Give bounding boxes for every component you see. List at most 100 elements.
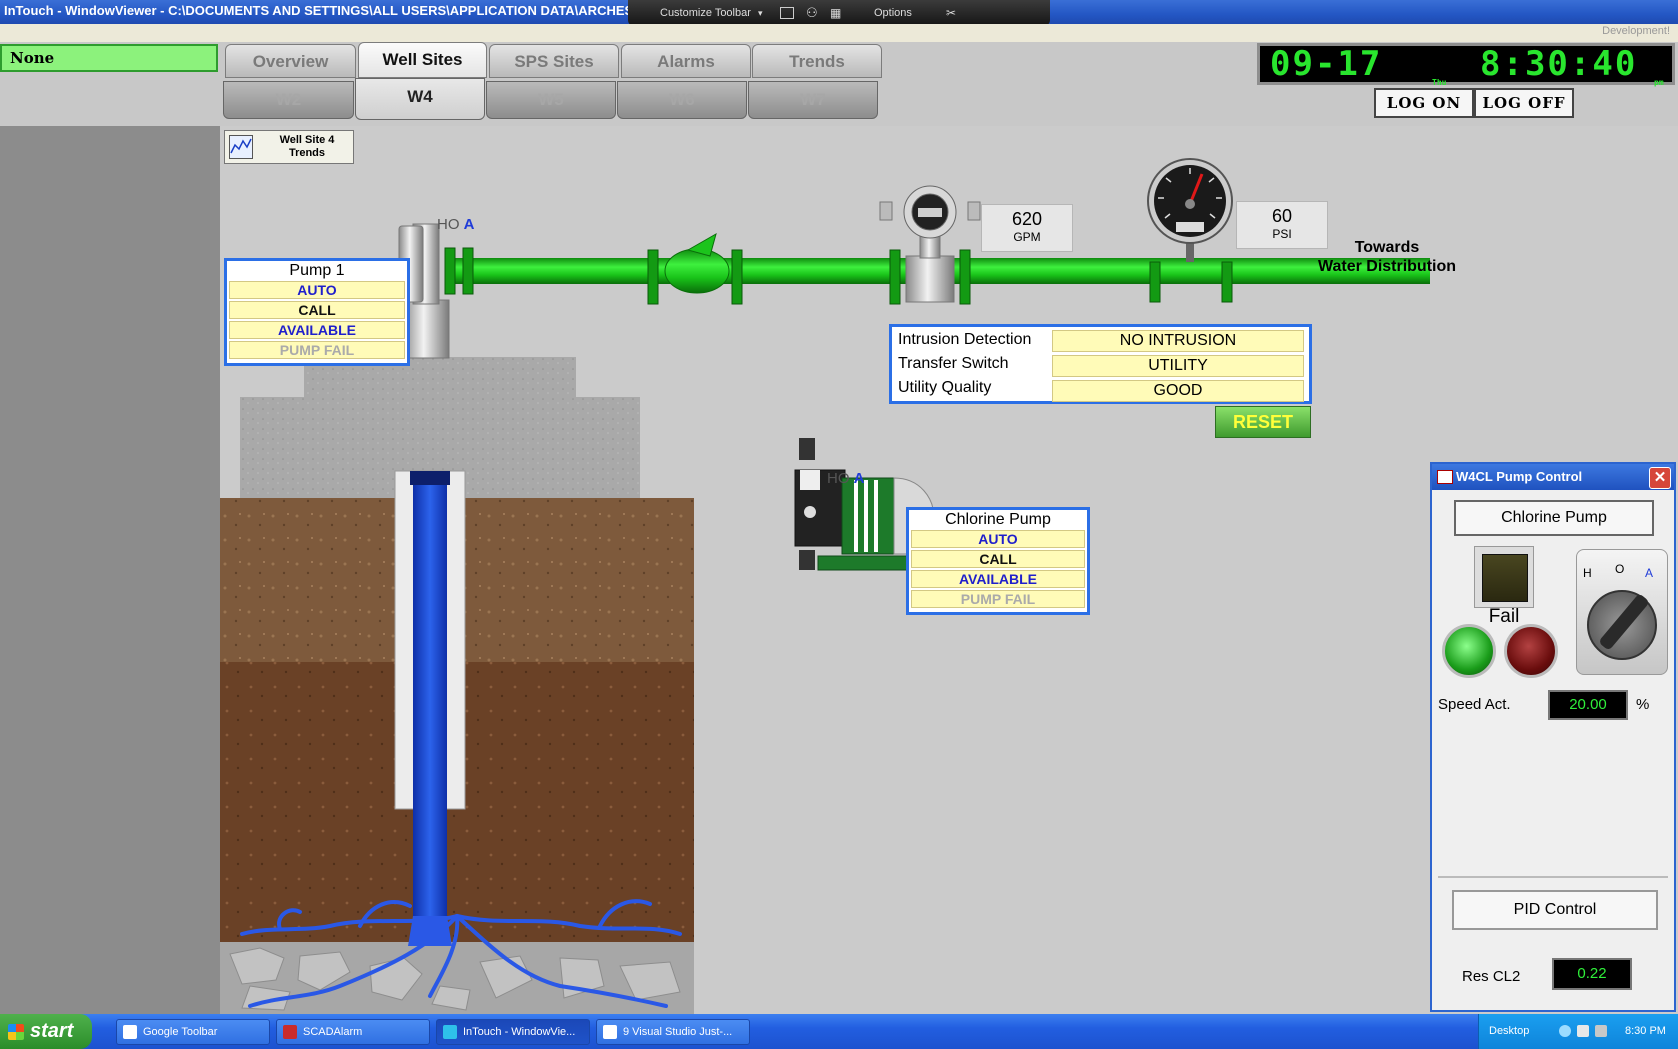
chlorine-hoa: HO A bbox=[827, 470, 865, 487]
hoa-switch[interactable]: H O A bbox=[1576, 549, 1668, 675]
fail-lamp bbox=[1482, 554, 1528, 602]
left-panel bbox=[0, 126, 220, 1014]
flow-meter-body bbox=[905, 255, 955, 303]
task-visual-studio[interactable]: 9 Visual Studio Just-... bbox=[596, 1019, 750, 1045]
options-menu[interactable]: Options bbox=[874, 0, 912, 26]
start-button-taskbar[interactable]: start bbox=[0, 1014, 92, 1049]
subtab-w7[interactable]: W7 bbox=[748, 81, 878, 119]
speed-unit: % bbox=[1636, 696, 1650, 713]
chlorine-title: Chlorine Pump bbox=[945, 511, 1051, 528]
res-cl2-value: 0.22 bbox=[1552, 958, 1632, 990]
subtab-w4[interactable]: W4 bbox=[355, 78, 485, 120]
speed-label: Speed Act. bbox=[1438, 696, 1511, 713]
pump1-status-auto: AUTO bbox=[229, 281, 405, 299]
transfer-switch-label: Transfer Switch bbox=[898, 355, 1009, 372]
flow-value: 620 bbox=[1011, 209, 1043, 229]
switch-handle[interactable] bbox=[1598, 592, 1650, 652]
task-label: SCADAlarm bbox=[303, 1026, 363, 1038]
subtab-w6[interactable]: W6 bbox=[617, 81, 747, 119]
chlorine-status-available: AVAILABLE bbox=[911, 570, 1085, 588]
popup-header: Chlorine Pump bbox=[1454, 500, 1654, 536]
chlorine-status-box[interactable]: Chlorine Pump AUTO CALL AVAILABLE PUMP F… bbox=[906, 507, 1090, 615]
flow-unit: GPM bbox=[1013, 230, 1041, 244]
clock-time: 8:30:40 bbox=[1480, 44, 1638, 84]
task-google-toolbar[interactable]: Google Toolbar bbox=[116, 1019, 270, 1045]
log-off-button[interactable]: LOG OFF bbox=[1474, 88, 1574, 118]
chlorine-status-call: CALL bbox=[911, 550, 1085, 568]
switch-knob[interactable] bbox=[1587, 590, 1657, 660]
desktop-toolbar[interactable]: Desktop bbox=[1489, 1014, 1529, 1049]
clock-display: 09-17 Thu 8:30:40 pm bbox=[1257, 43, 1675, 87]
intrusion-panel: Intrusion Detection NO INTRUSION Transfe… bbox=[889, 324, 1312, 404]
tray-app-icon[interactable] bbox=[1595, 1025, 1607, 1037]
tab-sps-sites[interactable]: SPS Sites bbox=[489, 44, 619, 78]
user-display: None bbox=[0, 44, 218, 72]
start-button[interactable] bbox=[1442, 624, 1496, 678]
task-scadalarm[interactable]: SCADAlarm bbox=[276, 1019, 430, 1045]
pump1-status-call: CALL bbox=[229, 301, 405, 319]
chlorine-status-auto: AUTO bbox=[911, 530, 1085, 548]
popup-title: W4CL Pump Control bbox=[1456, 469, 1583, 484]
start-label[interactable]: start bbox=[30, 1014, 73, 1049]
intouch-icon bbox=[443, 1025, 457, 1039]
clock-date: 09-17 bbox=[1270, 44, 1383, 84]
customize-toolbar-label[interactable]: Customize Toolbar bbox=[660, 0, 751, 26]
towards-line2: Water Distribution bbox=[1317, 258, 1457, 275]
tab-well-sites[interactable]: Well Sites bbox=[358, 42, 487, 78]
pump1-status-fail: PUMP FAIL bbox=[229, 341, 405, 359]
cluster-icon[interactable]: ⚇ bbox=[806, 0, 818, 26]
pump1-title: Pump 1 bbox=[289, 262, 345, 279]
alarm-app-icon bbox=[283, 1025, 297, 1039]
stop-button[interactable] bbox=[1504, 624, 1558, 678]
clock-time-tray: 8:30 PM bbox=[1625, 1025, 1666, 1037]
subtab-w2[interactable]: W2 bbox=[223, 81, 354, 119]
pin-icon[interactable]: ✂ bbox=[946, 0, 956, 26]
utility-quality-value: GOOD bbox=[1052, 380, 1304, 402]
network-icon[interactable] bbox=[1559, 1025, 1571, 1037]
task-label: 9 Visual Studio Just-... bbox=[623, 1026, 733, 1038]
task-intouch[interactable]: InTouch - WindowVie... bbox=[436, 1019, 590, 1045]
towards-label: Towards Water Distribution bbox=[1312, 238, 1462, 276]
window-stack-icon bbox=[603, 1025, 617, 1039]
speed-value: 20.00 bbox=[1548, 690, 1628, 720]
pump1-hoa: HO A bbox=[437, 216, 475, 233]
intrusion-label: Intrusion Detection bbox=[898, 331, 1032, 348]
log-on-button[interactable]: LOG ON bbox=[1374, 88, 1474, 118]
clock-ampm: pm bbox=[1654, 78, 1664, 87]
well-cap bbox=[410, 471, 450, 485]
popup-titlebar[interactable]: W4CL Pump Control ✕ bbox=[1432, 464, 1674, 490]
pump-control-popup[interactable]: W4CL Pump Control ✕ Chlorine Pump Fail H… bbox=[1430, 462, 1676, 1012]
check-valve bbox=[664, 248, 730, 294]
tab-overview[interactable]: Overview bbox=[225, 44, 356, 78]
pump1-status-box[interactable]: Pump 1 AUTO CALL AVAILABLE PUMP FAIL bbox=[224, 258, 410, 366]
tab-alarms[interactable]: Alarms bbox=[621, 44, 751, 78]
transfer-switch-value: UTILITY bbox=[1052, 355, 1304, 377]
pump1-hoa-active: A bbox=[463, 216, 475, 233]
intrusion-value: NO INTRUSION bbox=[1052, 330, 1304, 352]
chlorine-hoa-label: HO bbox=[827, 470, 850, 487]
flow-readout: 620 GPM bbox=[981, 204, 1073, 252]
customize-toolbar[interactable]: Customize Toolbar ▾ ⚇ ▦ Options ✂ bbox=[628, 0, 1050, 26]
pump1-hoa-label: HO bbox=[437, 216, 460, 233]
pid-control-button[interactable]: PID Control bbox=[1452, 890, 1658, 930]
grid-icon[interactable]: ▦ bbox=[830, 0, 841, 26]
subtab-w5[interactable]: W5 bbox=[486, 81, 616, 119]
res-cl2-label: Res CL2 bbox=[1462, 968, 1521, 985]
towards-line1: Towards bbox=[1354, 239, 1420, 256]
switch-a-label: A bbox=[1645, 566, 1654, 580]
switch-o-label: O bbox=[1615, 562, 1625, 576]
pressure-value: 60 bbox=[1271, 206, 1293, 226]
volume-icon[interactable] bbox=[1577, 1025, 1589, 1037]
system-tray: Desktop 8:30 PM bbox=[1478, 1014, 1678, 1049]
switch-h-label: H bbox=[1583, 566, 1592, 580]
task-label: InTouch - WindowVie... bbox=[463, 1026, 576, 1038]
app-icon bbox=[1437, 470, 1453, 484]
dev-bar bbox=[0, 24, 1678, 42]
fail-label: Fail bbox=[1488, 606, 1520, 627]
chevron-down-icon[interactable]: ▾ bbox=[758, 0, 763, 26]
utility-quality-label: Utility Quality bbox=[898, 379, 992, 396]
tab-trends[interactable]: Trends bbox=[752, 44, 882, 78]
reset-button[interactable]: RESET bbox=[1215, 406, 1311, 438]
window-icon[interactable] bbox=[780, 7, 794, 19]
close-icon[interactable]: ✕ bbox=[1649, 467, 1671, 489]
